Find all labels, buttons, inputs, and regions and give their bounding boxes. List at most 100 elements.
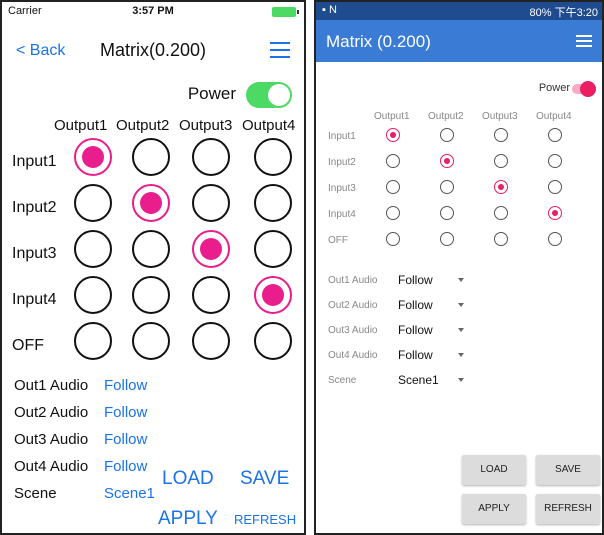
audio-select[interactable]: Follow xyxy=(104,404,147,421)
route-radio[interactable] xyxy=(132,276,170,314)
matrix-row: Input2 xyxy=(328,154,598,174)
audio-label: Out1 Audio xyxy=(328,275,378,286)
power-label: Power xyxy=(538,82,570,94)
route-radio[interactable] xyxy=(494,232,508,246)
power-toggle[interactable] xyxy=(572,81,596,97)
route-radio[interactable] xyxy=(440,206,454,220)
refresh-button[interactable]: REFRESH xyxy=(536,494,600,524)
route-radio[interactable] xyxy=(254,322,292,360)
route-radio[interactable] xyxy=(386,128,400,142)
notification-icons: ▪ N xyxy=(322,4,337,16)
audio-row[interactable]: Out2 Audio Follow xyxy=(328,297,528,317)
matrix-row: Input1 xyxy=(328,128,598,148)
route-radio[interactable] xyxy=(74,184,112,222)
output-header: Output1 xyxy=(54,117,108,134)
audio-select[interactable]: Follow xyxy=(104,377,147,394)
apply-button[interactable]: APPLY xyxy=(462,494,526,524)
route-radio[interactable] xyxy=(494,154,508,168)
audio-select[interactable]: Follow xyxy=(104,431,147,448)
menu-icon[interactable] xyxy=(576,35,592,47)
route-radio[interactable] xyxy=(440,232,454,246)
scene-select[interactable]: Scene1 xyxy=(104,485,155,502)
route-radio[interactable] xyxy=(132,230,170,268)
route-radio[interactable] xyxy=(74,138,112,176)
audio-select[interactable]: Follow xyxy=(398,323,433,337)
apply-button[interactable]: APPLY xyxy=(158,508,218,530)
dropdown-caret-icon xyxy=(458,353,464,357)
save-button[interactable]: SAVE xyxy=(536,455,600,485)
route-radio[interactable] xyxy=(74,276,112,314)
matrix-row: Input3 xyxy=(12,230,304,276)
route-radio[interactable] xyxy=(254,138,292,176)
android-status-bar: ▪ N 80% 下午3:20 xyxy=(316,2,602,20)
route-radio[interactable] xyxy=(440,154,454,168)
matrix-row: OFF xyxy=(12,322,304,368)
menu-icon[interactable] xyxy=(270,42,290,58)
toggle-knob xyxy=(580,81,596,97)
route-radio[interactable] xyxy=(74,230,112,268)
refresh-button[interactable]: REFRESH xyxy=(234,512,296,527)
route-radio[interactable] xyxy=(386,154,400,168)
android-screen: ▪ N 80% 下午3:20 Matrix (0.200) Power Outp… xyxy=(314,0,604,535)
route-radio[interactable] xyxy=(548,232,562,246)
route-radio[interactable] xyxy=(192,138,230,176)
route-radio[interactable] xyxy=(386,232,400,246)
power-toggle[interactable] xyxy=(246,82,292,108)
route-radio[interactable] xyxy=(440,128,454,142)
route-radio[interactable] xyxy=(132,138,170,176)
output-header: Output2 xyxy=(428,111,464,122)
scene-row[interactable]: Scene Scene1 xyxy=(328,372,528,392)
route-radio[interactable] xyxy=(386,180,400,194)
input-label: Input1 xyxy=(328,131,356,142)
route-radio[interactable] xyxy=(254,230,292,268)
route-radio[interactable] xyxy=(494,180,508,194)
route-radio[interactable] xyxy=(132,184,170,222)
scene-label: Scene xyxy=(328,375,357,386)
matrix-row: OFF xyxy=(328,232,598,252)
audio-label: Out3 Audio xyxy=(328,325,378,336)
audio-row[interactable]: Out3 Audio Follow xyxy=(328,322,528,342)
route-radio[interactable] xyxy=(192,230,230,268)
route-radio[interactable] xyxy=(254,184,292,222)
output-header: Output3 xyxy=(179,117,233,134)
save-button[interactable]: SAVE xyxy=(240,468,289,490)
route-radio[interactable] xyxy=(440,180,454,194)
route-radio[interactable] xyxy=(386,206,400,220)
input-label: Input2 xyxy=(328,157,356,168)
power-label: Power xyxy=(187,84,236,103)
audio-select[interactable]: Follow xyxy=(398,298,433,312)
input-label: OFF xyxy=(328,235,348,246)
output-header: Output2 xyxy=(116,117,170,134)
route-radio[interactable] xyxy=(548,206,562,220)
audio-label: Out2 Audio xyxy=(328,300,378,311)
route-radio[interactable] xyxy=(494,206,508,220)
route-radio[interactable] xyxy=(548,154,562,168)
audio-select[interactable]: Follow xyxy=(398,348,433,362)
route-radio[interactable] xyxy=(192,184,230,222)
scene-select[interactable]: Scene1 xyxy=(398,373,439,387)
input-label: Input4 xyxy=(12,291,57,308)
input-label: Input3 xyxy=(12,245,57,262)
output-header: Output3 xyxy=(482,111,518,122)
dropdown-caret-icon xyxy=(458,278,464,282)
ios-nav-bar: < Back Matrix(0.200) xyxy=(2,32,304,68)
route-radio[interactable] xyxy=(254,276,292,314)
output-header: Output4 xyxy=(536,111,572,122)
audio-row[interactable]: Out1 Audio Follow xyxy=(328,272,528,292)
android-app-bar: Matrix (0.200) xyxy=(316,20,602,62)
audio-row[interactable]: Out4 Audio Follow xyxy=(328,347,528,367)
route-radio[interactable] xyxy=(132,322,170,360)
route-radio[interactable] xyxy=(74,322,112,360)
audio-label: Out4 Audio xyxy=(328,350,378,361)
route-radio[interactable] xyxy=(548,128,562,142)
load-button[interactable]: LOAD xyxy=(462,455,526,485)
load-button[interactable]: LOAD xyxy=(162,468,214,490)
toggle-knob xyxy=(268,84,290,106)
audio-select[interactable]: Follow xyxy=(104,458,147,475)
route-radio[interactable] xyxy=(192,322,230,360)
route-radio[interactable] xyxy=(192,276,230,314)
route-radio[interactable] xyxy=(548,180,562,194)
route-radio[interactable] xyxy=(494,128,508,142)
page-title: Matrix (0.200) xyxy=(326,32,431,51)
audio-select[interactable]: Follow xyxy=(398,273,433,287)
